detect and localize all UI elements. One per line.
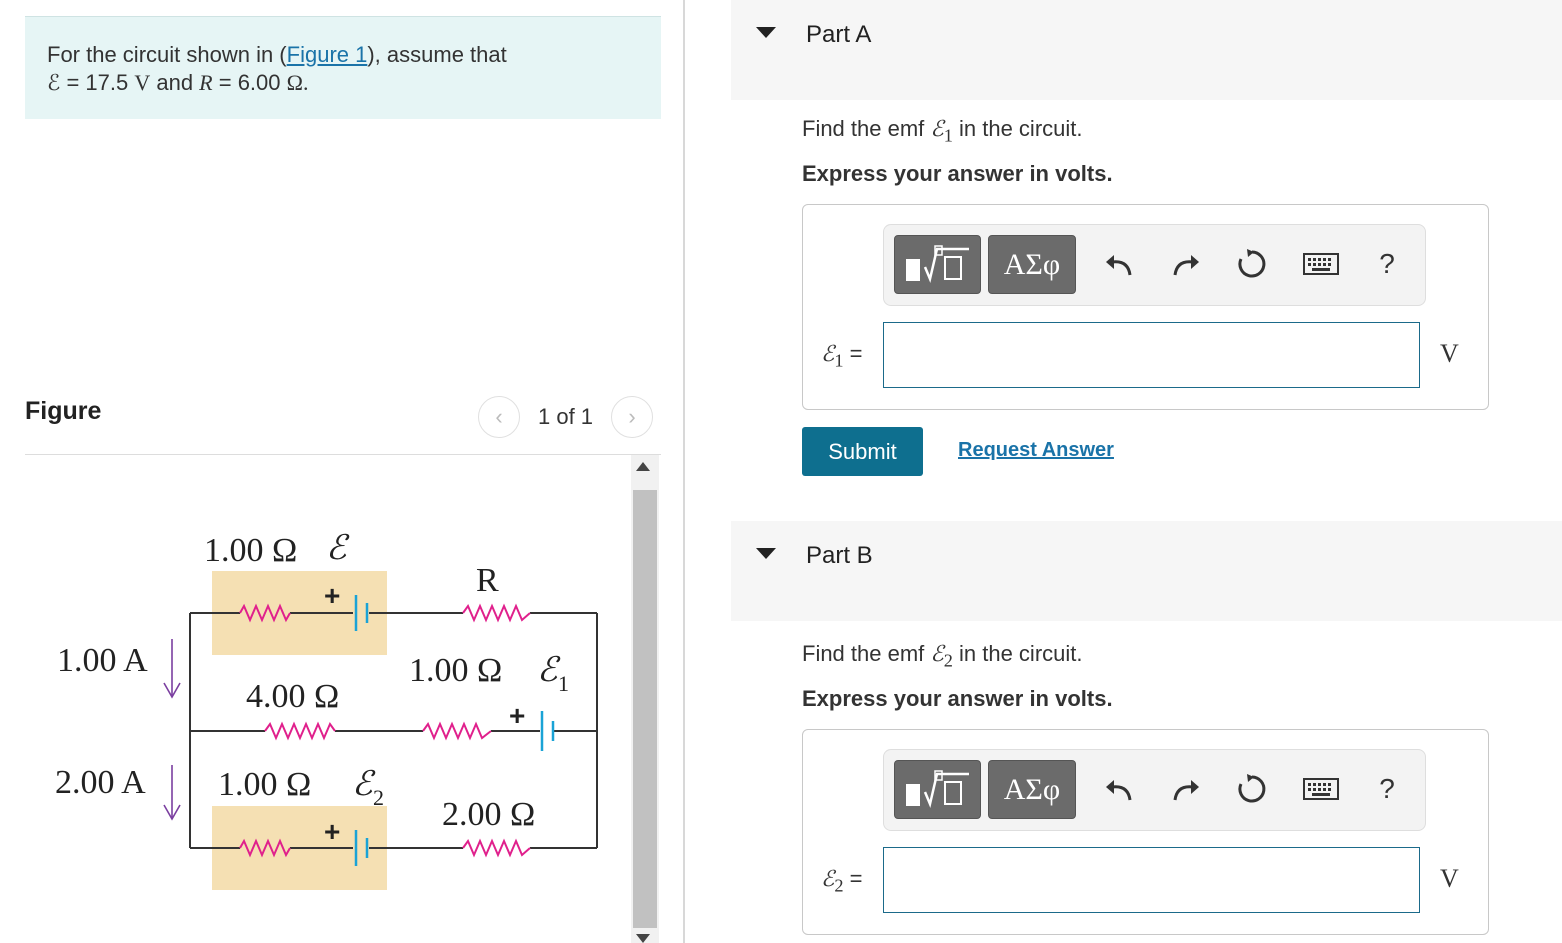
redo-icon[interactable] [1169,247,1203,281]
top-res-label: 1.00 Ω [204,532,297,569]
help-icon[interactable]: ? [1370,772,1404,806]
bottom-emf-sub: 2 [373,785,384,810]
mid-plus-sign: + [509,700,525,731]
scrollbar-thumb[interactable] [633,490,657,928]
bottom-res-label: 1.00 Ω [218,766,311,803]
part-a-unit: V [1440,339,1459,368]
part-b-answer-box: ΑΣφ ? ℰ2 = V [802,729,1489,935]
part-a-header[interactable]: Part A [731,0,1562,100]
template-icon[interactable] [894,760,981,819]
bottom-right-resistor [462,838,531,858]
redo-icon[interactable] [1169,772,1203,806]
template-icon[interactable] [894,235,981,294]
mid-right-resistor [422,721,492,741]
part-b-title: Part B [806,542,873,569]
submit-button[interactable]: Submit [802,427,923,476]
figure-viewport: 1.00 Ω ℰ R 1.00 A 4.00 Ω 1.00 Ω ℰ 1 2.00… [25,455,631,943]
r-label: R [476,562,499,599]
part-a-math-toolbar: ΑΣφ ? [883,224,1426,306]
left-panel: For the circuit shown in (Figure 1), ass… [0,0,684,943]
undo-icon[interactable] [1102,247,1136,281]
figure-pager: ‹ 1 of 1 › [478,396,654,438]
mid-left-resistor [264,721,336,741]
keyboard-icon[interactable] [1301,247,1341,281]
bottom-plus-sign: + [324,816,340,847]
r-resistor [462,603,531,623]
chevron-left-icon[interactable]: ‹ [478,396,520,438]
greek-icon[interactable]: ΑΣφ [988,235,1076,294]
reset-icon[interactable] [1235,772,1269,806]
mid-right-res-label: 1.00 Ω [409,652,502,689]
part-a-answer-label: ℰ1 = [821,341,863,371]
circuit-diagram: 1.00 Ω ℰ R 1.00 A 4.00 Ω 1.00 Ω ℰ 1 2.00… [55,530,598,890]
help-icon[interactable]: ? [1370,247,1404,281]
request-answer-link[interactable]: Request Answer [958,439,1114,462]
undo-icon[interactable] [1102,772,1136,806]
problem-line-1: For the circuit shown in (Figure 1), ass… [47,42,507,67]
current-bottom-label: 2.00 A [55,764,146,801]
bottom-right-res-label: 2.00 Ω [442,796,535,833]
reset-icon[interactable] [1235,247,1269,281]
top-plus-sign: + [324,580,340,611]
part-b-math-toolbar: ΑΣφ ? [883,749,1426,831]
problem-statement: For the circuit shown in (Figure 1), ass… [25,16,661,119]
part-b-answer-input[interactable] [883,847,1420,913]
current-top-label: 1.00 A [57,642,148,679]
problem-line-2: ℰ = 17.5 V and R = 6.00 Ω. [47,70,309,95]
part-b-instruction: Express your answer in volts. [802,686,1113,711]
figure-heading: Figure [25,397,102,425]
top-emf-label: ℰ [326,530,350,567]
part-a-instruction: Express your answer in volts. [802,161,1113,186]
mid-left-res-label: 4.00 Ω [246,678,339,715]
pager-count: 1 of 1 [538,404,594,429]
current-arrow-top [163,639,181,699]
panel-divider [683,0,685,943]
caret-down-icon[interactable] [756,27,776,38]
greek-icon[interactable]: ΑΣφ [988,760,1076,819]
scroll-down-icon[interactable] [636,934,650,943]
part-b-header[interactable]: Part B [731,521,1562,621]
part-b-answer-label: ℰ2 = [821,866,863,896]
caret-down-icon[interactable] [756,548,776,559]
part-b-unit: V [1440,864,1459,893]
mid-emf-sub: 1 [558,671,569,696]
current-arrow-bottom [163,765,181,821]
part-a-answer-input[interactable] [883,322,1420,388]
part-b-question: Find the emf ℰ2 in the circuit. [802,641,1083,671]
part-a-title: Part A [806,21,872,48]
figure-link[interactable]: Figure 1 [287,42,368,67]
part-a-answer-box: ΑΣφ ? ℰ1 = V [802,204,1489,410]
scroll-up-icon[interactable] [636,462,650,471]
chevron-right-icon[interactable]: › [611,396,654,438]
keyboard-icon[interactable] [1301,772,1341,806]
mid-battery [540,711,555,751]
part-a-question: Find the emf ℰ1 in the circuit. [802,116,1083,146]
